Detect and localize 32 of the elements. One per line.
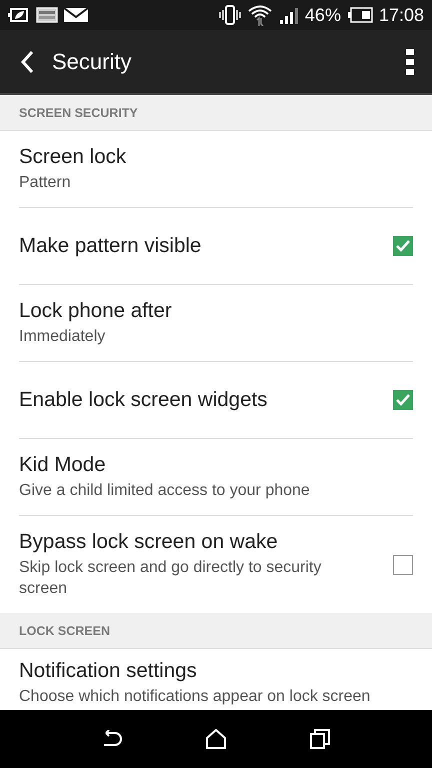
setting-title[interactable]: Lock phone after bbox=[19, 299, 172, 323]
home-icon bbox=[205, 729, 227, 749]
setting-title[interactable]: Make pattern visible bbox=[19, 234, 202, 258]
clock-time: 17:08 bbox=[378, 4, 424, 26]
setting-title[interactable]: Screen lock bbox=[19, 145, 126, 169]
mail-icon bbox=[64, 7, 88, 23]
setting-summary: Pattern bbox=[19, 173, 72, 193]
setting-summary: Immediately bbox=[19, 327, 106, 347]
battery-percent: 46% bbox=[304, 4, 341, 26]
chevron-left-icon bbox=[20, 50, 34, 74]
setting-summary: Skip lock screen and go directly to security screen bbox=[19, 558, 322, 599]
image-icon bbox=[36, 7, 58, 23]
setting-summary: Give a child limited access to your phone bbox=[19, 481, 311, 501]
recent-apps-icon bbox=[309, 728, 331, 750]
leaf-icon bbox=[8, 7, 30, 23]
back-arrow-icon bbox=[101, 730, 123, 748]
more-vertical-icon bbox=[406, 48, 414, 74]
section-header: LOCK SCREEN bbox=[0, 613, 432, 649]
screen-title: Security bbox=[52, 48, 132, 74]
vibrate-icon bbox=[218, 5, 241, 25]
checkbox[interactable] bbox=[393, 236, 413, 256]
checkbox[interactable] bbox=[393, 554, 413, 574]
setting-title[interactable]: Notification settings bbox=[19, 659, 197, 683]
setting-title[interactable]: Bypass lock screen on wake bbox=[19, 530, 278, 554]
checkbox[interactable] bbox=[393, 390, 413, 410]
setting-title[interactable]: Enable lock screen widgets bbox=[19, 388, 268, 412]
section-header: SCREEN SECURITY bbox=[0, 95, 432, 131]
wifi-icon bbox=[246, 4, 273, 26]
signal-icon bbox=[278, 6, 299, 24]
battery-icon bbox=[346, 7, 373, 23]
setting-summary: Choose which notifications appear on lock screen bbox=[19, 687, 372, 707]
setting-title[interactable]: Kid Mode bbox=[19, 453, 106, 477]
